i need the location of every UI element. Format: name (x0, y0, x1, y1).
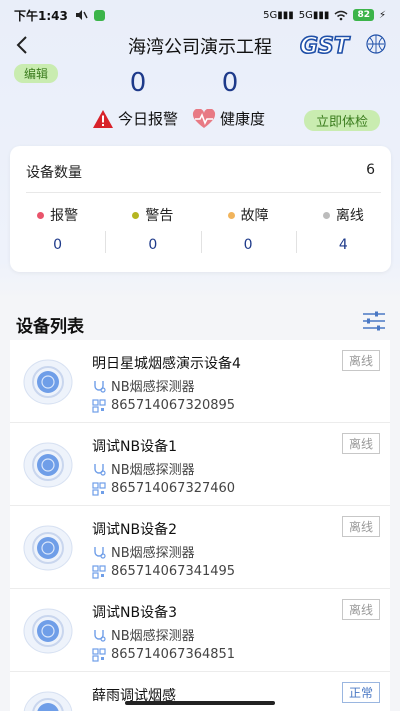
sensor-type-icon (94, 629, 106, 642)
smoke-detector-icon (23, 608, 73, 654)
device-count-value: 6 (366, 162, 375, 178)
smoke-detector-icon (23, 691, 73, 711)
heart-pulse-icon (192, 108, 216, 128)
check-now-button[interactable]: 立即体检 (303, 110, 380, 131)
device-name: 调试NB设备1 (92, 439, 177, 455)
device-row[interactable]: 调试NB设备1 NB烟感探测器 865714067327460 离线 (10, 423, 390, 506)
device-row[interactable]: 明日星城烟感演示设备4 NB烟感探测器 865714067320895 离线 (10, 340, 390, 423)
status-badge: 离线 (341, 350, 380, 371)
device-list-title: 设备列表 (16, 317, 84, 337)
stat-offline[interactable]: 离线 4 (295, 205, 391, 253)
status-badge: 离线 (341, 599, 380, 620)
device-serial: 865714067364851 (111, 647, 236, 662)
device-list: 明日星城烟感演示设备4 NB烟感探测器 865714067320895 离线 调… (10, 340, 390, 711)
status-badge: 离线 (341, 516, 380, 537)
filter-icon[interactable] (362, 310, 386, 332)
offline-dot (322, 211, 330, 219)
device-serial: 865714067320895 (111, 398, 236, 413)
today-alarm-indicator: 今日报警 (92, 108, 178, 129)
charging-icon: ⚡ (378, 9, 386, 21)
status-badge: 离线 (341, 433, 380, 454)
warning-dot (132, 211, 140, 219)
device-row[interactable]: 薛雨调试烟感 正常 (10, 672, 390, 711)
device-type: NB烟感探测器 (111, 463, 195, 478)
smoke-detector-icon (23, 525, 73, 571)
status-bar: 下午1:43 5G▮▮▮ 5G▮▮▮ 82 ⚡ (0, 0, 400, 30)
signal-icon-1: 5G▮▮▮ (263, 9, 294, 21)
device-count-label: 设备数量 (26, 165, 82, 181)
device-name: 明日星城烟感演示设备4 (92, 356, 241, 372)
device-name: 调试NB设备3 (92, 605, 177, 621)
device-serial: 865714067327460 (111, 481, 236, 496)
app-notification-icon (93, 9, 105, 21)
device-row[interactable]: 调试NB设备3 NB烟感探测器 865714067364851 离线 (10, 589, 390, 672)
qr-code-icon (92, 647, 106, 662)
warning-icon (93, 109, 113, 128)
stat-alarm[interactable]: 报警 0 (10, 205, 105, 253)
signal-icon-2: 5G▮▮▮ (298, 9, 330, 21)
today-alarm-label: 今日报警 (118, 110, 179, 128)
alarm-dot (37, 211, 45, 219)
device-type: NB烟感探测器 (111, 380, 195, 395)
smoke-detector-icon (23, 442, 73, 488)
stat-fault[interactable]: 故障 0 (200, 205, 296, 253)
device-type: NB烟感探测器 (111, 629, 195, 644)
gst-logo: GST (299, 33, 386, 60)
device-row[interactable]: 调试NB设备2 NB烟感探测器 865714067341495 离线 (10, 506, 390, 589)
sensor-type-icon (94, 546, 106, 559)
gst-logo-text: GST (300, 34, 351, 59)
health-count: 0 (221, 68, 239, 98)
stat-warning[interactable]: 警告 0 (105, 205, 200, 253)
today-alarm-count: 0 (129, 68, 147, 98)
battery-indicator: 82 (353, 9, 374, 21)
qr-code-icon (92, 398, 106, 413)
status-badge: 正常 (341, 682, 380, 703)
sensor-type-icon (94, 463, 106, 476)
app-header: 海湾公司演示工程 GST (0, 30, 400, 60)
home-indicator[interactable] (125, 701, 275, 705)
qr-code-icon (92, 564, 106, 579)
edit-button[interactable]: 编辑 (14, 64, 59, 83)
wifi-icon (334, 10, 348, 20)
health-indicator: 健康度 (192, 108, 265, 129)
status-time: 下午1:43 (14, 8, 68, 23)
smoke-detector-icon (23, 359, 73, 405)
device-summary-card: 设备数量 6 报警 0 警告 0 故障 0 离线 4 (10, 146, 391, 272)
device-type: NB烟感探测器 (111, 546, 195, 561)
qr-code-icon (92, 481, 106, 496)
device-name: 调试NB设备2 (92, 522, 177, 538)
health-label: 健康度 (220, 110, 266, 128)
mute-icon (75, 10, 88, 20)
fault-dot (227, 211, 235, 219)
device-serial: 865714067341495 (111, 564, 236, 579)
sensor-type-icon (94, 380, 106, 393)
